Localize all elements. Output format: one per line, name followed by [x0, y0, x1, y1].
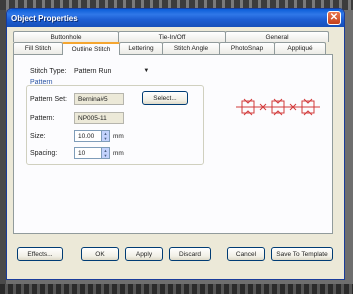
pattern-row: Pattern: NP005-11 [30, 112, 124, 124]
tab-outline-stitch[interactable]: Outline Stitch [62, 42, 120, 55]
cancel-button[interactable]: Cancel [227, 247, 265, 261]
size-label: Size: [30, 132, 46, 140]
select-pattern-button[interactable]: Select... [142, 91, 188, 105]
apply-button[interactable]: Apply [125, 247, 163, 261]
dialog-title: Object Properties [11, 13, 78, 23]
tab-row-upper: Buttonhole Tie-In/Off General [13, 31, 329, 42]
close-button[interactable]: ✕ [327, 11, 341, 25]
tab-tie-in-off[interactable]: Tie-In/Off [118, 31, 226, 42]
tab-strip: Buttonhole Tie-In/Off General Fill Stitc… [13, 31, 329, 55]
tab-lettering[interactable]: Lettering [119, 42, 163, 54]
tab-row-lower: Fill Stitch Outline Stitch Lettering Sti… [13, 42, 329, 55]
outline-stitch-panel: Stitch Type: Pattern Run ▼ Pattern Patte… [13, 54, 333, 234]
pattern-preview-image [236, 98, 320, 116]
spacing-input[interactable]: 10 [74, 147, 102, 159]
pattern-label: Pattern: [30, 114, 55, 122]
effects-button[interactable]: Effects... [17, 247, 63, 261]
size-unit: mm [113, 132, 124, 140]
stitch-type-row: Stitch Type: Pattern Run ▼ [30, 65, 149, 77]
discard-button[interactable]: Discard [169, 247, 211, 261]
pattern-field: NP005-11 [74, 112, 124, 124]
size-input[interactable]: 10.00 [74, 130, 102, 142]
spacing-row: Spacing: 10 ▲ ▼ mm [30, 147, 124, 159]
spacing-spinner[interactable]: ▲ ▼ [102, 147, 110, 159]
pattern-set-label: Pattern Set: [30, 95, 67, 103]
tab-photosnap[interactable]: PhotoSnap [219, 42, 275, 54]
tab-buttonhole[interactable]: Buttonhole [13, 31, 119, 42]
stitch-type-value: Pattern Run [74, 67, 112, 75]
spacing-unit: mm [113, 149, 124, 157]
background-bottom-strip [0, 284, 353, 294]
stitch-type-label: Stitch Type: [30, 67, 67, 75]
tab-general[interactable]: General [225, 31, 329, 42]
object-properties-dialog: Object Properties ✕ Buttonhole Tie-In/Of… [6, 8, 345, 280]
spin-down-icon[interactable]: ▼ [102, 136, 109, 141]
chevron-down-icon: ▼ [143, 68, 150, 74]
spacing-label: Spacing: [30, 149, 58, 157]
ok-button[interactable]: OK [81, 247, 119, 261]
close-icon: ✕ [329, 12, 339, 23]
stitch-type-dropdown[interactable]: Pattern Run ▼ [74, 65, 149, 77]
spin-down-icon[interactable]: ▼ [102, 153, 109, 158]
size-spinner[interactable]: ▲ ▼ [102, 130, 110, 142]
size-row: Size: 10.00 ▲ ▼ mm [30, 130, 124, 142]
tab-fill-stitch[interactable]: Fill Stitch [13, 42, 63, 54]
dialog-button-bar: Effects... OK Apply Discard Cancel Save … [17, 247, 337, 265]
save-to-template-button[interactable]: Save To Template [271, 247, 333, 261]
title-bar[interactable]: Object Properties ✕ [7, 9, 344, 27]
pattern-set-row: Pattern Set: Bernina#5 [30, 93, 124, 105]
tab-stitch-angle[interactable]: Stitch Angle [162, 42, 220, 54]
tab-applique[interactable]: Appliqué [274, 42, 326, 54]
pattern-set-field: Bernina#5 [74, 93, 124, 105]
